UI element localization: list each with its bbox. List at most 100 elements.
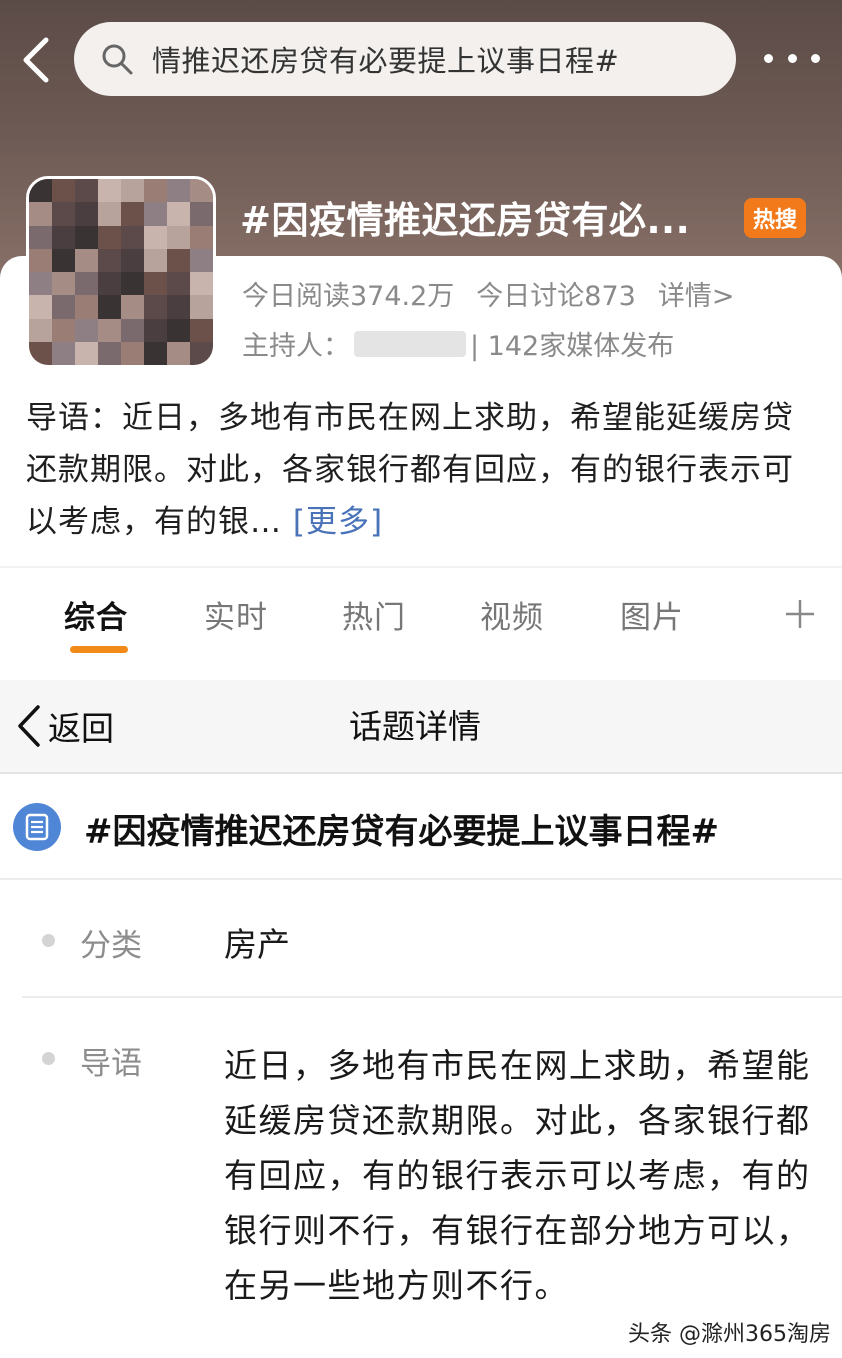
host-info: 主持人： | 142家媒体发布 bbox=[242, 324, 674, 363]
search-icon bbox=[102, 44, 133, 75]
avatar-mosaic-cell bbox=[121, 225, 144, 249]
avatar-mosaic-cell bbox=[29, 318, 52, 342]
bullet-dot bbox=[42, 934, 55, 947]
avatar-mosaic-cell bbox=[52, 225, 75, 249]
avatar-mosaic-cell bbox=[98, 225, 121, 249]
avatar-mosaic-cell bbox=[190, 318, 213, 342]
avatar-mosaic-cell bbox=[98, 179, 121, 203]
avatar-mosaic-cell bbox=[190, 272, 213, 296]
avatar-mosaic-cell bbox=[121, 248, 144, 272]
discussion-count: 今日讨论873 bbox=[476, 281, 636, 312]
search-bar[interactable]: 情推迟还房贷有必要提上议事日程# bbox=[74, 22, 736, 96]
tab-images[interactable]: 图片 bbox=[620, 592, 684, 637]
avatar-mosaic-cell bbox=[167, 248, 190, 272]
host-name-redacted[interactable] bbox=[354, 330, 466, 357]
avatar-mosaic-cell bbox=[52, 341, 75, 365]
active-tab-indicator bbox=[70, 646, 128, 653]
avatar-mosaic-cell bbox=[52, 202, 75, 226]
row-divider bbox=[22, 996, 842, 998]
avatar-mosaic-cell bbox=[167, 272, 190, 296]
topic-name-row: #因疫情推迟还房贷有必要提上议事日程# bbox=[0, 776, 842, 880]
avatar-mosaic-cell bbox=[121, 272, 144, 296]
avatar-mosaic-cell bbox=[190, 295, 213, 319]
avatar-mosaic-cell bbox=[144, 202, 167, 226]
avatar-mosaic-cell bbox=[75, 318, 98, 342]
avatar-mosaic-cell bbox=[167, 225, 190, 249]
intro-more-link[interactable]: [更多] bbox=[293, 504, 383, 540]
avatar-mosaic-cell bbox=[144, 341, 167, 365]
tab-realtime[interactable]: 实时 bbox=[204, 592, 268, 637]
avatar-mosaic-cell bbox=[98, 341, 121, 365]
avatar-mosaic-cell bbox=[29, 272, 52, 296]
source-watermark: 头条 @滁州365淘房 bbox=[628, 1322, 831, 1347]
avatar-mosaic-cell bbox=[190, 225, 213, 249]
media-count: | 142家媒体发布 bbox=[470, 331, 675, 362]
avatar-mosaic-cell bbox=[29, 341, 52, 365]
back-chevron-icon[interactable] bbox=[18, 36, 58, 84]
avatar-mosaic-cell bbox=[121, 341, 144, 365]
avatar-mosaic-cell bbox=[75, 272, 98, 296]
avatar-mosaic-cell bbox=[190, 179, 213, 203]
details-link[interactable]: 详情> bbox=[658, 281, 735, 312]
category-value: 房产 bbox=[224, 925, 290, 964]
avatar-mosaic-cell bbox=[98, 295, 121, 319]
page-title: 话题详情 bbox=[349, 707, 481, 746]
avatar-mosaic-cell bbox=[190, 202, 213, 226]
avatar-mosaic-cell bbox=[121, 295, 144, 319]
intro-value: 近日，多地有市民在网上求助，希望能延缓房贷还款期限。对此，各家银行都有回应，有的… bbox=[224, 1046, 811, 1305]
topic-title: #因疫情推迟还房贷有必... bbox=[240, 199, 691, 242]
avatar-mosaic-cell bbox=[75, 179, 98, 203]
avatar-mosaic-cell bbox=[75, 248, 98, 272]
avatar-mosaic-cell bbox=[121, 318, 144, 342]
host-label: 主持人： bbox=[242, 331, 350, 362]
topic-full-name: #因疫情推迟还房贷有必要提上议事日程# bbox=[84, 812, 719, 852]
avatar-mosaic-cell bbox=[29, 248, 52, 272]
avatar-mosaic-cell bbox=[52, 318, 75, 342]
plus-icon[interactable] bbox=[784, 598, 816, 630]
avatar-mosaic-cell bbox=[144, 318, 167, 342]
avatar-mosaic-cell bbox=[190, 341, 213, 365]
avatar-mosaic-cell bbox=[29, 295, 52, 319]
category-label: 分类 bbox=[80, 928, 142, 964]
avatar-mosaic-cell bbox=[98, 318, 121, 342]
avatar-mosaic-cell bbox=[167, 341, 190, 365]
avatar-mosaic-cell bbox=[144, 179, 167, 203]
avatar-mosaic-cell bbox=[121, 202, 144, 226]
avatar-mosaic-cell bbox=[144, 272, 167, 296]
tab-comprehensive[interactable]: 综合 bbox=[64, 592, 128, 637]
avatar-mosaic-cell bbox=[29, 202, 52, 226]
avatar-mosaic-cell bbox=[29, 225, 52, 249]
avatar-mosaic-cell bbox=[98, 248, 121, 272]
avatar-mosaic-cell bbox=[52, 295, 75, 319]
avatar-mosaic-cell bbox=[144, 248, 167, 272]
topic-intro: 导语：近日，多地有市民在网上求助，希望能延缓房贷还款期限。对此，各家银行都有回应… bbox=[26, 392, 816, 548]
avatar-mosaic-cell bbox=[190, 248, 213, 272]
read-count: 今日阅读374.2万 bbox=[242, 281, 455, 312]
avatar-mosaic-cell bbox=[167, 318, 190, 342]
avatar-mosaic-cell bbox=[52, 179, 75, 203]
avatar-mosaic-cell bbox=[98, 272, 121, 296]
intro-label: 导语 bbox=[80, 1046, 142, 1082]
avatar-mosaic-cell bbox=[167, 202, 190, 226]
topic-stats: 今日阅读374.2万 今日讨论873 详情> bbox=[242, 274, 734, 313]
more-dots-icon[interactable] bbox=[764, 50, 820, 66]
avatar-mosaic-cell bbox=[75, 225, 98, 249]
avatar-mosaic-cell bbox=[144, 225, 167, 249]
tab-hot[interactable]: 热门 bbox=[342, 592, 406, 637]
detail-nav-bar: 返回 话题详情 bbox=[0, 680, 842, 774]
avatar-mosaic-cell bbox=[75, 202, 98, 226]
avatar-mosaic-cell bbox=[75, 295, 98, 319]
tab-video[interactable]: 视频 bbox=[480, 592, 544, 637]
avatar-mosaic-cell bbox=[52, 272, 75, 296]
avatar-mosaic-cell bbox=[167, 179, 190, 203]
bullet-dot bbox=[42, 1052, 55, 1065]
avatar-mosaic-cell bbox=[167, 295, 190, 319]
avatar-mosaic-cell bbox=[75, 341, 98, 365]
avatar-mosaic-cell bbox=[144, 295, 167, 319]
avatar-mosaic-cell bbox=[121, 179, 144, 203]
avatar-mosaic-cell bbox=[98, 202, 121, 226]
topic-avatar bbox=[26, 176, 216, 368]
intro-text: 导语：近日，多地有市民在网上求助，希望能延缓房贷还款期限。对此，各家银行都有回应… bbox=[26, 400, 794, 540]
avatar-mosaic-cell bbox=[29, 179, 52, 203]
search-query: 情推迟还房贷有必要提上议事日程# bbox=[152, 44, 620, 78]
